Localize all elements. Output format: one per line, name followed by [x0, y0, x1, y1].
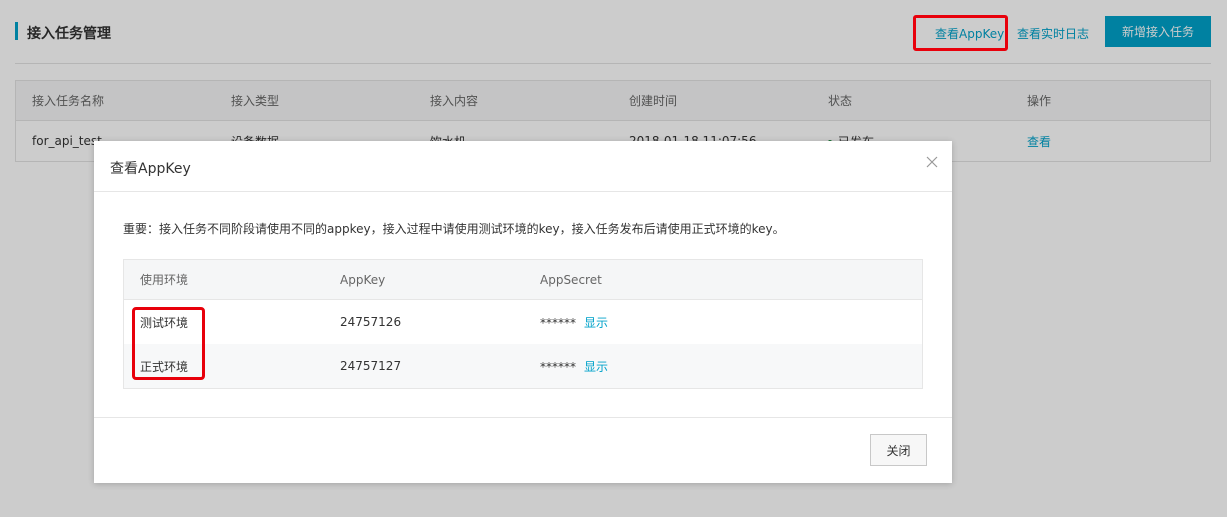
appkey-table-header: 使用环境 AppKey AppSecret — [124, 260, 922, 300]
env-column-highlight — [132, 307, 205, 380]
appkey-table: 使用环境 AppKey AppSecret 测试环境 24757126 ****… — [123, 259, 923, 389]
secret-mask: ****** — [540, 359, 576, 374]
modal-footer: 关闭 — [94, 417, 952, 483]
appkey-modal: 查看AppKey 重要：接入任务不同阶段请使用不同的appkey，接入过程中请使… — [94, 141, 952, 483]
appkey-cell: 24757126 — [340, 315, 402, 329]
table-row: 正式环境 24757127 ****** 显示 — [124, 344, 922, 388]
appkey-cell: 24757127 — [340, 359, 402, 373]
notice-text: 重要：接入任务不同阶段请使用不同的appkey，接入过程中请使用测试环境的key… — [123, 222, 785, 236]
close-icon[interactable] — [924, 154, 940, 170]
appsecret-cell: ****** 显示 — [524, 314, 922, 331]
column-header-appsecret: AppSecret — [540, 272, 602, 287]
close-button[interactable]: 关闭 — [870, 434, 927, 466]
appkey-link-highlight — [913, 15, 1008, 51]
modal-title: 查看AppKey — [110, 161, 191, 177]
appsecret-cell: ****** 显示 — [524, 358, 922, 375]
column-header-env: 使用环境 — [140, 273, 189, 287]
show-secret-link[interactable]: 显示 — [584, 360, 608, 374]
table-row: 测试环境 24757126 ****** 显示 — [124, 300, 922, 344]
modal-header: 查看AppKey — [94, 141, 952, 192]
column-header-appkey: AppKey — [340, 272, 386, 287]
show-secret-link[interactable]: 显示 — [584, 316, 608, 330]
secret-mask: ****** — [540, 315, 576, 330]
